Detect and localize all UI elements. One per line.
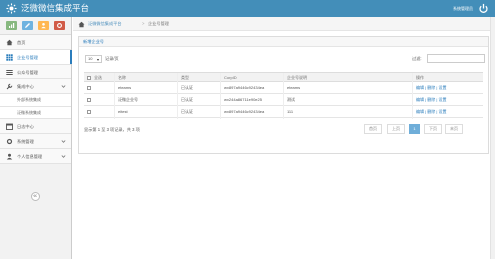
caret-down-icon [97, 58, 99, 61]
sidebar-item-label: 企业号管理 [17, 54, 38, 60]
user-icon [6, 153, 13, 160]
row-actions-links[interactable]: 编辑 | 删除 | 设置 [416, 97, 447, 103]
column-header-actions: 操作 [416, 74, 424, 80]
shortcut-bar [0, 17, 71, 35]
leaf-logo-icon [6, 3, 17, 14]
column-header-name[interactable]: 名称 [118, 75, 126, 81]
column-header-type[interactable]: 类型 [181, 75, 189, 81]
sidebar-item-logs[interactable]: 日志中心 [0, 119, 71, 134]
column-header-select-all[interactable]: 全选 [94, 75, 102, 81]
table-info: 显示第 1 至 3 项记录，共 3 项 [84, 127, 140, 132]
filter-label: 过滤: [412, 56, 422, 61]
gear-icon [6, 138, 13, 145]
pagination-page-current[interactable]: 1 [409, 124, 420, 134]
sidebar-item-label: 首页 [17, 40, 26, 45]
row-name: 泛微企业号 [118, 97, 138, 102]
sidebar-item-integration[interactable]: 集成中心 [0, 79, 71, 95]
top-navbar: 泛微微信集成平台 系统管理员 [0, 0, 495, 17]
page-length-value: 10 [88, 56, 93, 61]
sidebar-item-system[interactable]: 系统管理 [0, 133, 71, 149]
column-divider [177, 73, 178, 119]
row-type: 已认证 [181, 109, 193, 114]
sidebar-subitem-external[interactable]: 外部系统集成 [0, 94, 71, 107]
filter-input[interactable] [427, 54, 485, 63]
page-scrollbar[interactable] [490, 17, 495, 259]
row-corpid: wx897a9446c92434ea [224, 109, 265, 114]
calendar-icon [6, 123, 13, 131]
chevron-down-icon [61, 155, 66, 158]
row-corpid: wx244a86711e90e25 [224, 97, 262, 102]
row-checkbox[interactable] [87, 98, 91, 102]
pagination-next[interactable]: 下页 [424, 124, 442, 134]
chevron-down-icon [61, 85, 66, 89]
row-description: 测试 [287, 97, 295, 102]
add-enterprise-link[interactable]: 新增企业号 [83, 39, 104, 45]
wrench-icon [6, 84, 13, 90]
sidebar-item-label: 公众号管理 [17, 69, 38, 75]
sidebar: 首页 企业号管理 公众号管理 集成中心 外部系统集成 泛微系统集成 日志中心 系… [0, 17, 72, 259]
sidebar-item-profile[interactable]: 个人信息管理 [0, 148, 71, 164]
breadcrumb: 泛微微信集成平台 > 企业号管理 [73, 17, 495, 31]
sidebar-item-label: 泛微系统集成 [17, 109, 41, 115]
grid-icon [6, 54, 13, 61]
page-length-select[interactable]: 10 [85, 55, 102, 63]
sidebar-subitem-weaver[interactable]: 泛微系统集成 [0, 106, 71, 120]
users-icon[interactable] [38, 21, 49, 30]
row-checkbox[interactable] [87, 110, 91, 114]
column-divider [412, 73, 413, 119]
sidebar-item-home[interactable]: 首页 [0, 35, 71, 50]
sidebar-item-label: 个人信息管理 [17, 153, 43, 159]
sidebar-item-label: 外部系统集成 [17, 97, 41, 103]
pencil-icon[interactable] [22, 21, 33, 30]
double-chevron-left-icon [33, 194, 37, 198]
column-header-corpid[interactable]: CorpID [224, 75, 237, 81]
column-divider [114, 73, 115, 119]
column-divider [220, 73, 221, 119]
current-user[interactable]: 系统管理员 [453, 6, 473, 11]
home-icon [6, 39, 13, 46]
panel-header: 新增企业号 [79, 37, 488, 47]
row-description: eteams [287, 85, 301, 90]
sidebar-item-label: 系统管理 [17, 138, 34, 144]
gear-icon[interactable] [54, 21, 65, 30]
pagination-last[interactable]: 末页 [445, 124, 463, 134]
row-name: eitest [118, 109, 128, 114]
breadcrumb-separator: > [142, 21, 145, 26]
select-all-checkbox[interactable] [87, 75, 91, 80]
row-actions-links[interactable]: 编辑 | 删除 | 设置 [416, 109, 447, 115]
column-header-description[interactable]: 企业号说明 [287, 75, 307, 81]
home-icon[interactable] [78, 21, 85, 28]
enterprise-account-panel: 新增企业号 10 记录/页 过滤: 全选 名称 类型 CorpID 企业号说明 … [78, 36, 489, 154]
row-name: eteams [118, 85, 132, 90]
power-icon[interactable] [478, 3, 489, 14]
enterprise-table: 全选 名称 类型 CorpID 企业号说明 操作 eteams 已认证 wx89… [84, 72, 483, 119]
sidebar-item-label: 日志中心 [17, 124, 34, 130]
chevron-down-icon [61, 140, 66, 143]
brand-title[interactable]: 泛微微信集成平台 [21, 3, 89, 14]
row-type: 已认证 [181, 97, 193, 102]
sidebar-collapse-button[interactable] [31, 192, 40, 201]
sidebar-item-official-account[interactable]: 公众号管理 [0, 64, 71, 80]
pagination-prev[interactable]: 上页 [387, 124, 405, 134]
row-type: 已认证 [181, 85, 193, 90]
breadcrumb-current: 企业号管理 [148, 21, 169, 26]
sidebar-item-enterprise[interactable]: 企业号管理 [0, 49, 72, 65]
sidebar-item-label: 集成中心 [17, 84, 34, 90]
row-checkbox[interactable] [87, 86, 91, 90]
pagination-first[interactable]: 首页 [364, 124, 382, 134]
row-description: 111 [287, 109, 294, 114]
breadcrumb-root-link[interactable]: 泛微微信集成平台 [88, 21, 122, 27]
column-divider [283, 73, 284, 119]
signal-icon[interactable] [6, 21, 17, 30]
row-corpid: wx897a9446c92434ea [224, 85, 265, 90]
page-length-suffix: 记录/页 [105, 56, 119, 61]
list-icon [6, 69, 13, 75]
row-actions-links[interactable]: 编辑 | 删除 | 设置 [416, 85, 447, 91]
